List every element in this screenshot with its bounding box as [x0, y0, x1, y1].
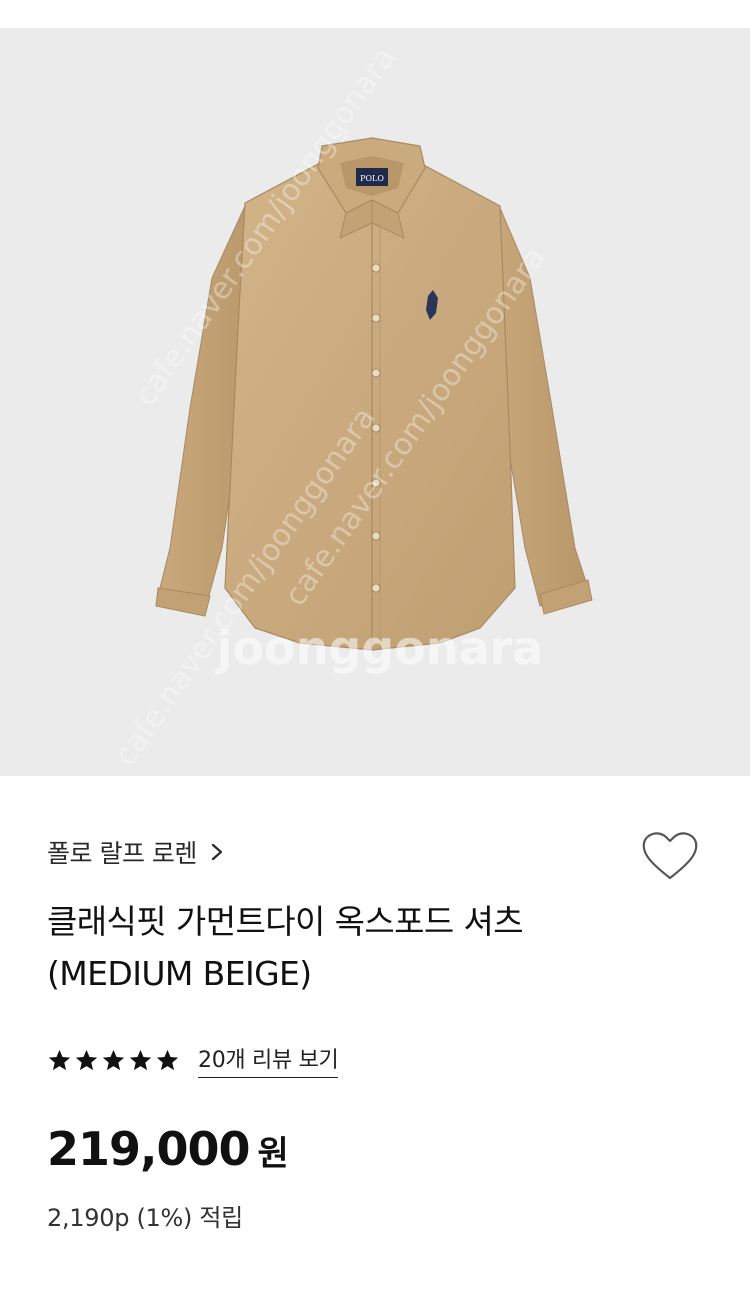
shirt-photo: POLO joonggonara cafe.naver.com/joonggon…	[108, 41, 593, 773]
price-value: 219,000	[47, 1122, 251, 1176]
svg-text:joonggonara: joonggonara	[215, 621, 544, 675]
star-filled-icon	[129, 1049, 152, 1070]
brand-link[interactable]: 폴로 랄프 로렌	[47, 832, 227, 872]
star-rating	[47, 1048, 182, 1073]
price-unit: 원	[257, 1134, 289, 1174]
chevron-right-icon	[211, 843, 223, 861]
heart-outline-icon[interactable]	[638, 826, 702, 886]
star-filled-icon	[75, 1049, 98, 1070]
product-title-line2: (MEDIUM BEIGE)	[47, 954, 312, 993]
top-strip	[0, 0, 750, 28]
star-filled-icon	[156, 1049, 179, 1070]
product-title: 클래식핏 가먼트다이 옥스포드 셔츠 (MEDIUM BEIGE)	[47, 896, 667, 1000]
price-row: 219,000 원	[47, 1122, 289, 1182]
star-filled-icon	[48, 1049, 71, 1070]
svg-text:POLO: POLO	[360, 174, 384, 183]
review-link[interactable]: 20개 리뷰 보기	[198, 1042, 339, 1078]
product-title-line1: 클래식핏 가먼트다이 옥스포드 셔츠	[47, 902, 524, 941]
product-image[interactable]: POLO joonggonara cafe.naver.com/joonggon…	[0, 28, 750, 776]
brand-name: 폴로 랄프 로렌	[47, 839, 197, 868]
points-info: 2,190p (1%) 적립	[47, 1204, 243, 1232]
star-filled-icon	[102, 1049, 125, 1070]
rating-row: 20개 리뷰 보기	[47, 1040, 339, 1080]
